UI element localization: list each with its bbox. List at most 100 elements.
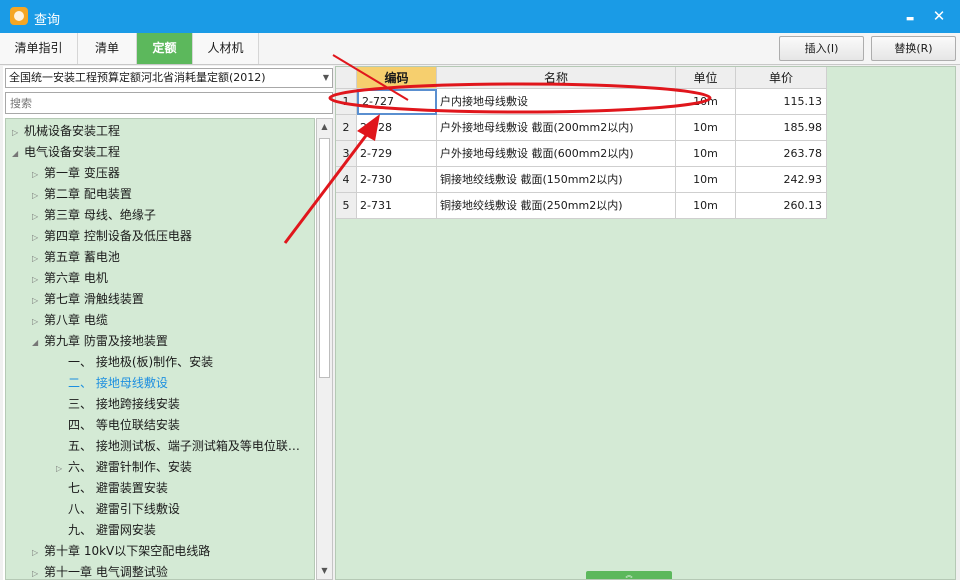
- row-number-cell[interactable]: 3: [336, 141, 357, 167]
- tree-expand-icon[interactable]: ▷: [32, 164, 44, 185]
- name-cell[interactable]: 铜接地绞线敷设 截面(150mm2以内): [437, 167, 676, 193]
- unit-cell[interactable]: 10m: [676, 141, 736, 167]
- left-panel: 全国统一安装工程预算定额河北省消耗量定额(2012) ▼ ▷机械设备安装工程◢电…: [3, 66, 333, 580]
- tree-node-label: 第五章 蓄电池: [44, 250, 120, 264]
- tab-labor-material-machine[interactable]: 人材机: [193, 33, 259, 64]
- tree-expand-icon[interactable]: ▷: [32, 542, 44, 563]
- tree-node[interactable]: ▷ 第五章 蓄电池: [32, 247, 120, 268]
- code-cell[interactable]: 2-730: [357, 167, 437, 193]
- tree-node[interactable]: ▷ 六、 避雷针制作、安装: [56, 457, 192, 478]
- name-cell[interactable]: 铜接地绞线敷设 截面(250mm2以内): [437, 193, 676, 219]
- header-unit[interactable]: 单位: [676, 67, 736, 89]
- code-cell[interactable]: 2-729: [357, 141, 437, 167]
- replace-button[interactable]: 替换(R): [871, 36, 956, 61]
- title-bar: 查询 ▬ ✕: [0, 0, 960, 33]
- quota-library-select[interactable]: 全国统一安装工程预算定额河北省消耗量定额(2012) ▼: [5, 68, 333, 88]
- table-row[interactable]: 3 2-729 户外接地母线敷设 截面(600mm2以内) 10m 263.78: [336, 141, 827, 167]
- tree-node[interactable]: ▷ 第二章 配电装置: [32, 184, 132, 205]
- tab-bill-guide[interactable]: 清单指引: [0, 33, 78, 64]
- splitter-grip[interactable]: ︽: [586, 571, 672, 579]
- tree-collapse-icon[interactable]: ◢: [32, 332, 44, 353]
- scroll-up-icon[interactable]: ▲: [317, 119, 332, 135]
- tree-node-label: 六、 避雷针制作、安装: [68, 460, 192, 474]
- tree-node[interactable]: ▷ 第十一章 电气调整试验: [32, 562, 168, 579]
- tree-expand-icon[interactable]: ▷: [32, 227, 44, 248]
- code-cell[interactable]: 2-731: [357, 193, 437, 219]
- row-number-cell[interactable]: 2: [336, 115, 357, 141]
- tree-node[interactable]: ▷ 第八章 电缆: [32, 310, 108, 331]
- search-input[interactable]: [5, 92, 333, 114]
- unit-cell[interactable]: 10m: [676, 115, 736, 141]
- tab-bill[interactable]: 清单: [78, 33, 137, 64]
- tree-node[interactable]: 八、 避雷引下线敷设: [56, 499, 180, 520]
- tree-node-label: 二、 接地母线敷设: [68, 376, 168, 390]
- tree-expand-icon[interactable]: ▷: [32, 311, 44, 332]
- header-code[interactable]: 编码: [357, 67, 437, 89]
- unit-cell[interactable]: 10m: [676, 89, 736, 115]
- name-cell[interactable]: 户外接地母线敷设 截面(200mm2以内): [437, 115, 676, 141]
- price-cell[interactable]: 242.93: [736, 167, 827, 193]
- tree-node[interactable]: ▷ 机械设备安装工程: [12, 121, 120, 142]
- tree-expand-icon[interactable]: ▷: [32, 206, 44, 227]
- header-price[interactable]: 单价: [736, 67, 827, 89]
- tree-node-label: 五、 接地测试板、端子测试箱及等电位联…: [68, 439, 300, 453]
- row-number-cell[interactable]: 1: [336, 89, 357, 115]
- tree-node[interactable]: 二、 接地母线敷设: [56, 373, 168, 394]
- price-cell[interactable]: 185.98: [736, 115, 827, 141]
- close-button[interactable]: ✕: [928, 6, 950, 26]
- tree-expand-icon[interactable]: ▷: [32, 248, 44, 269]
- tree-collapse-icon[interactable]: ◢: [12, 143, 24, 164]
- tree-node[interactable]: 三、 接地跨接线安装: [56, 394, 180, 415]
- header-rownum[interactable]: [336, 67, 357, 89]
- tree-expand-icon[interactable]: ▷: [32, 563, 44, 579]
- tree-node[interactable]: ◢ 电气设备安装工程: [12, 142, 120, 163]
- table-row[interactable]: 4 2-730 铜接地绞线敷设 截面(150mm2以内) 10m 242.93: [336, 167, 827, 193]
- tree-node[interactable]: 五、 接地测试板、端子测试箱及等电位联…: [56, 436, 300, 457]
- insert-button[interactable]: 插入(I): [779, 36, 864, 61]
- scroll-down-icon[interactable]: ▼: [317, 563, 332, 579]
- unit-cell[interactable]: 10m: [676, 193, 736, 219]
- tree-node[interactable]: ▷ 第四章 控制设备及低压电器: [32, 226, 192, 247]
- table-row[interactable]: 1 2-727 户内接地母线敷设 10m 115.13: [336, 89, 827, 115]
- scroll-thumb[interactable]: [319, 138, 330, 378]
- tree-node[interactable]: ▷ 第六章 电机: [32, 268, 108, 289]
- minimize-button[interactable]: ▬: [899, 6, 921, 26]
- tree-node[interactable]: ▷ 第七章 滑触线装置: [32, 289, 144, 310]
- tree-node-label: 一、 接地极(板)制作、安装: [68, 355, 214, 369]
- tree-node[interactable]: ◢ 第九章 防雷及接地装置: [32, 331, 168, 352]
- tree-node-label: 第九章 防雷及接地装置: [44, 334, 168, 348]
- tree-node-label: 机械设备安装工程: [24, 124, 121, 138]
- tree-expand-icon[interactable]: ▷: [56, 458, 68, 479]
- tree-scrollbar[interactable]: ▲ ▼: [316, 118, 333, 580]
- tree-expand-icon[interactable]: ▷: [32, 185, 44, 206]
- tree-node[interactable]: ▷ 第三章 母线、绝缘子: [32, 205, 156, 226]
- app-icon: [10, 7, 28, 25]
- tab-quota[interactable]: 定额: [137, 33, 193, 64]
- tree-node[interactable]: 七、 避雷装置安装: [56, 478, 168, 499]
- table-row[interactable]: 5 2-731 铜接地绞线敷设 截面(250mm2以内) 10m 260.13: [336, 193, 827, 219]
- tree-node-label: 电气设备安装工程: [24, 145, 121, 159]
- code-cell[interactable]: 2-728: [357, 115, 437, 141]
- unit-cell[interactable]: 10m: [676, 167, 736, 193]
- minimize-icon: ▬: [905, 14, 915, 24]
- price-cell[interactable]: 263.78: [736, 141, 827, 167]
- row-number-cell[interactable]: 5: [336, 193, 357, 219]
- row-number-cell[interactable]: 4: [336, 167, 357, 193]
- tree-node[interactable]: 一、 接地极(板)制作、安装: [56, 352, 213, 373]
- name-cell[interactable]: 户内接地母线敷设: [437, 89, 676, 115]
- tree-node[interactable]: ▷ 第一章 变压器: [32, 163, 120, 184]
- tree-node[interactable]: 四、 等电位联结安装: [56, 415, 180, 436]
- tree-node[interactable]: 九、 避雷网安装: [56, 520, 156, 541]
- tree-expand-icon[interactable]: ▷: [32, 290, 44, 311]
- code-cell[interactable]: 2-727: [357, 89, 437, 115]
- results-panel: 编码 名称 单位 单价 1 2-727 户内接地母线敷设 10m 115.13 2 2-728 户外接…: [335, 66, 956, 580]
- tree-expand-icon[interactable]: ▷: [32, 269, 44, 290]
- price-cell[interactable]: 115.13: [736, 89, 827, 115]
- name-cell[interactable]: 户外接地母线敷设 截面(600mm2以内): [437, 141, 676, 167]
- header-name[interactable]: 名称: [437, 67, 676, 89]
- price-cell[interactable]: 260.13: [736, 193, 827, 219]
- tree-expand-icon[interactable]: ▷: [12, 122, 24, 143]
- tree-node-label: 第七章 滑触线装置: [44, 292, 144, 306]
- table-row[interactable]: 2 2-728 户外接地母线敷设 截面(200mm2以内) 10m 185.98: [336, 115, 827, 141]
- tree-node[interactable]: ▷ 第十章 10kV以下架空配电线路: [32, 541, 210, 562]
